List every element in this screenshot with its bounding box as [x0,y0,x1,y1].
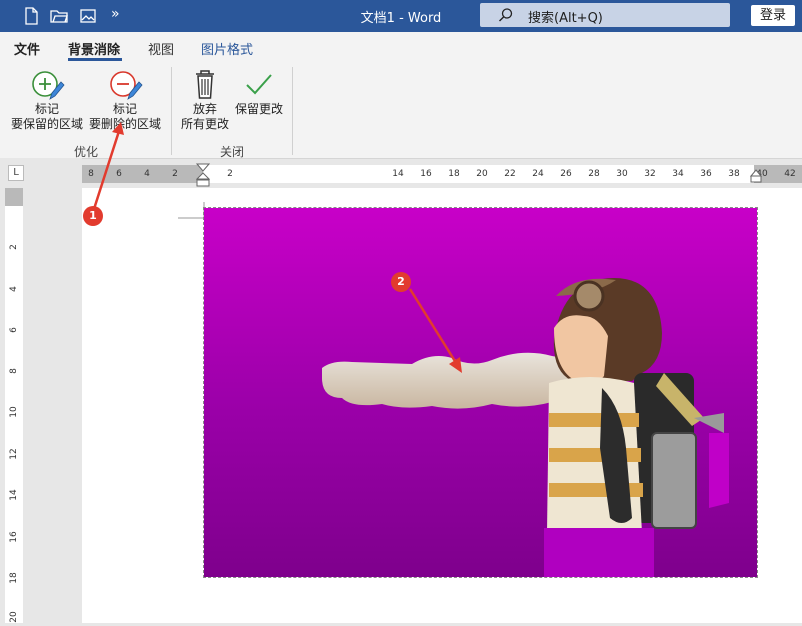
annotation-badge-2: 2 [391,272,411,292]
annotation-arrows [92,122,462,373]
annotation-badge-1: 1 [83,206,103,226]
